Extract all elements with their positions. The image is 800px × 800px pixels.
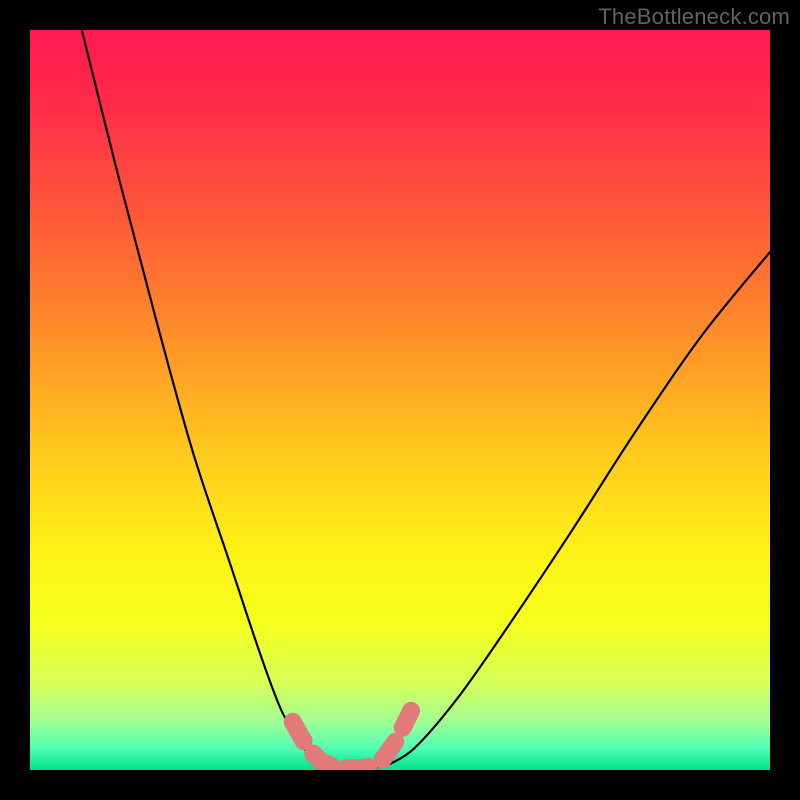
watermark-text: TheBottleneck.com: [598, 4, 790, 30]
right-curve: [385, 252, 770, 766]
chart-stage: TheBottleneck.com: [0, 0, 800, 800]
left-curve: [82, 30, 319, 766]
marker-strip: [293, 711, 411, 769]
plot-area: [30, 30, 770, 770]
curve-layer: [30, 30, 770, 770]
